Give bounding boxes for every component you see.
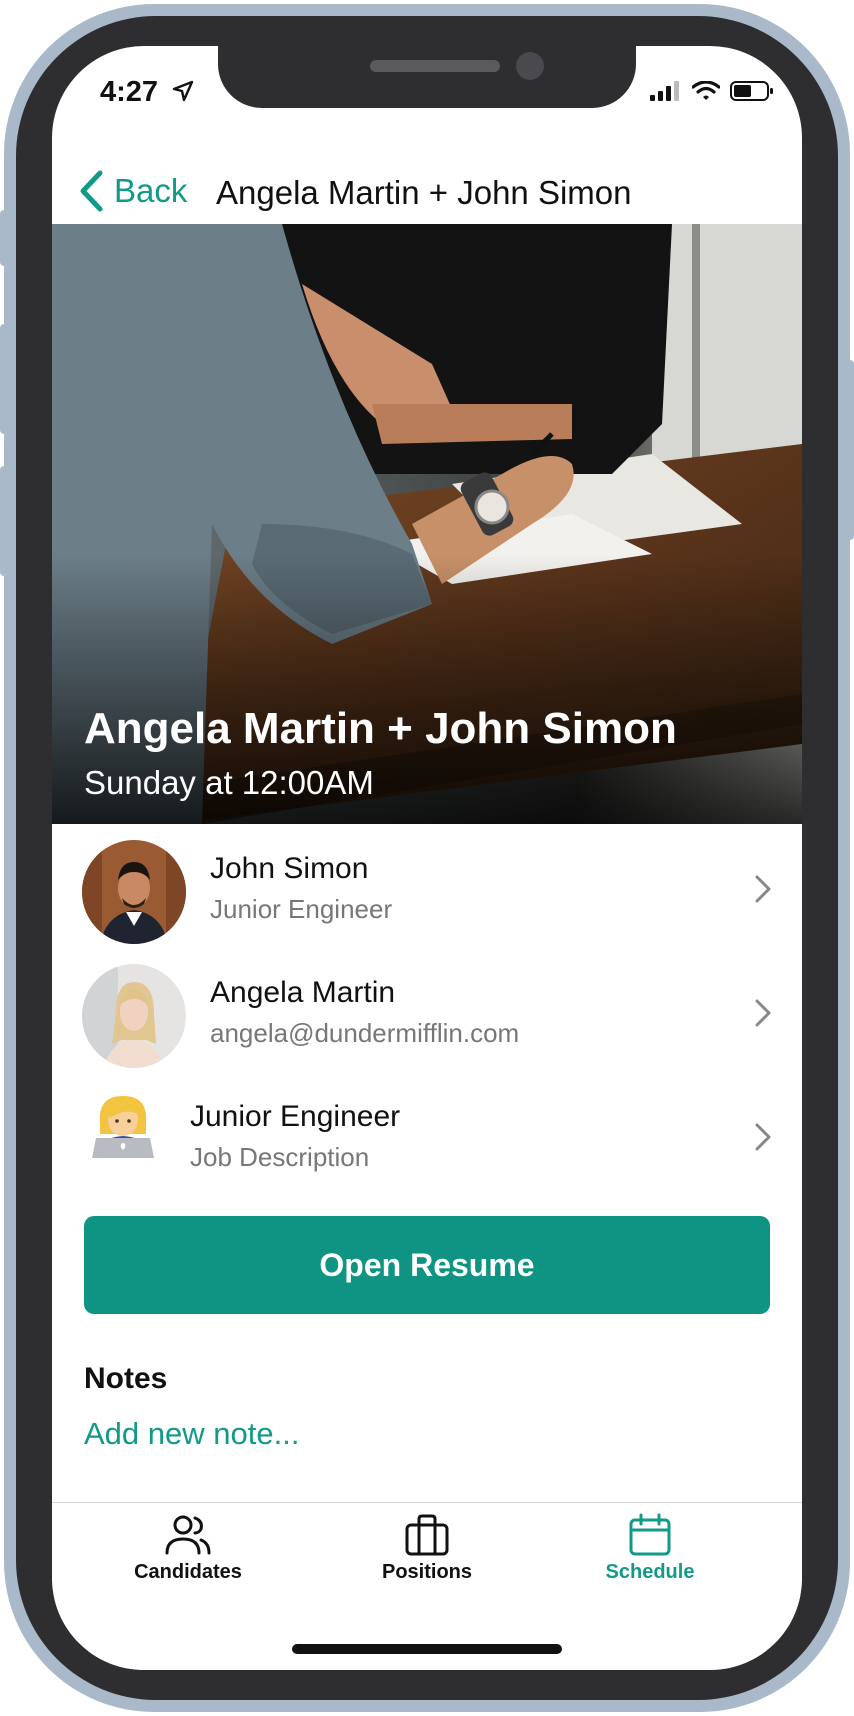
hero-image: Angela Martin + John Simon Sunday at 12:… xyxy=(52,224,802,824)
home-indicator[interactable] xyxy=(292,1644,562,1654)
add-note-link[interactable]: Add new note... xyxy=(84,1416,299,1452)
briefcase-icon xyxy=(405,1514,449,1556)
battery-icon xyxy=(730,81,773,101)
chevron-left-icon xyxy=(80,170,103,212)
side-button-volume-down xyxy=(0,466,10,576)
status-time: 4:27 xyxy=(100,76,159,108)
side-button-power xyxy=(844,360,854,540)
tab-positions[interactable]: Positions xyxy=(327,1513,527,1603)
screen: 4:27 Back Angela Martin + John Simon Ang… xyxy=(52,46,802,1670)
avatar xyxy=(82,840,186,944)
open-resume-button[interactable]: Open Resume xyxy=(84,1216,770,1314)
front-camera xyxy=(516,52,544,80)
tab-label: Schedule xyxy=(605,1561,695,1583)
row-title: Junior Engineer xyxy=(190,1100,401,1133)
chevron-right-icon xyxy=(755,999,771,1027)
chevron-right-icon xyxy=(755,875,771,903)
tab-schedule[interactable]: Schedule xyxy=(550,1513,750,1603)
tab-candidates[interactable]: Candidates xyxy=(88,1513,288,1603)
row-subtitle: angela@dundermifflin.com xyxy=(210,1018,520,1048)
chevron-right-icon xyxy=(755,1123,771,1151)
row-title: Angela Martin xyxy=(210,976,396,1009)
location-arrow-icon xyxy=(172,80,194,102)
tab-label: Positions xyxy=(381,1561,472,1583)
nav-title: Angela Martin + John Simon xyxy=(216,174,632,211)
status-indicators xyxy=(650,80,774,102)
row-title: John Simon xyxy=(210,852,369,885)
technologist-emoji-icon xyxy=(92,1096,154,1158)
calendar-icon xyxy=(629,1513,671,1556)
navigation-bar: Back Angela Martin + John Simon xyxy=(52,156,802,226)
list-item-angela-martin[interactable]: Angela Martin angela@dundermifflin.com xyxy=(52,954,802,1074)
side-button-mute xyxy=(0,210,10,266)
back-label: Back xyxy=(114,172,188,209)
side-button-volume-up xyxy=(0,324,10,434)
hero-title: Angela Martin + John Simon xyxy=(84,704,677,753)
signal-icon xyxy=(650,81,679,101)
list-item-john-simon[interactable]: John Simon Junior Engineer xyxy=(52,830,802,950)
tab-label: Candidates xyxy=(134,1561,242,1583)
users-icon xyxy=(165,1515,211,1555)
avatar xyxy=(82,964,186,1068)
notes-heading: Notes xyxy=(84,1362,168,1395)
back-button[interactable]: Back xyxy=(78,170,187,212)
list-item-job-description[interactable]: Junior Engineer Job Description xyxy=(52,1078,802,1198)
row-subtitle: Junior Engineer xyxy=(210,894,393,924)
hero-subtitle: Sunday at 12:00AM xyxy=(84,764,374,801)
row-subtitle: Job Description xyxy=(190,1142,370,1172)
wifi-icon xyxy=(692,81,720,100)
speaker-grille xyxy=(370,60,500,72)
notch xyxy=(218,46,636,108)
